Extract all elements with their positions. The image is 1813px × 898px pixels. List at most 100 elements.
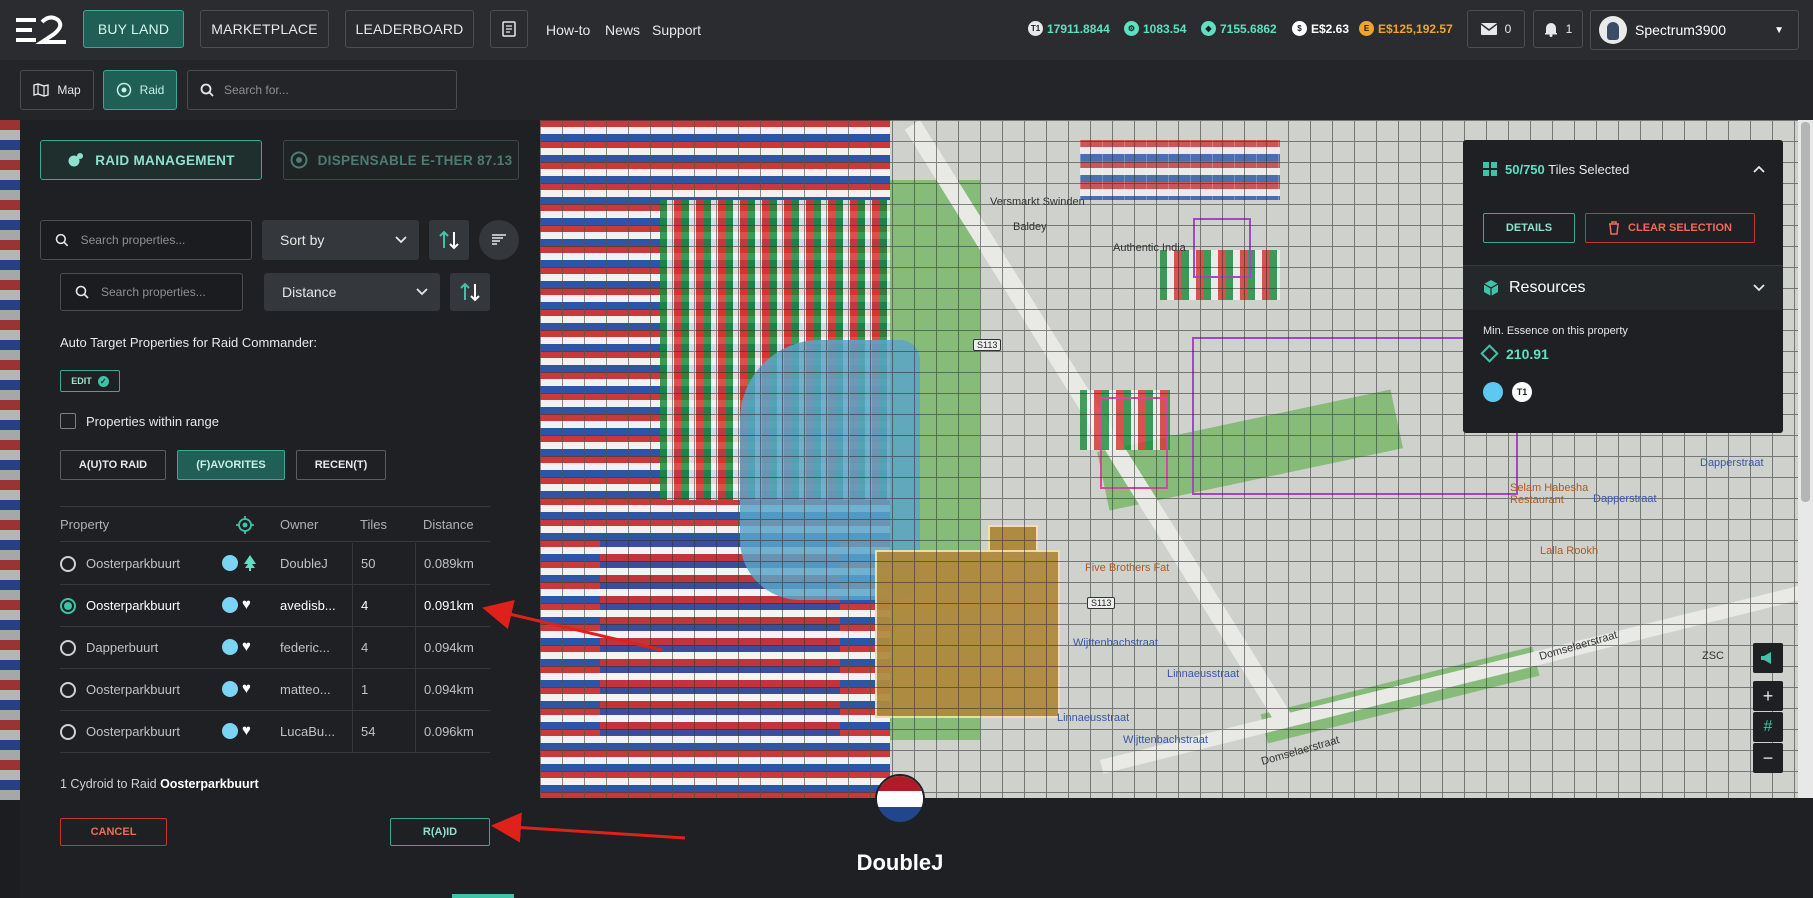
check-circle-icon: ✓ xyxy=(97,375,109,387)
details-button[interactable]: DETAILS xyxy=(1483,213,1575,243)
favorites-filter[interactable]: (F)AVORITES xyxy=(177,450,285,480)
property-info-bar xyxy=(540,798,1813,898)
table-row[interactable]: Oosterparkbuurt DoubleJ 50 0.089km xyxy=(60,543,490,585)
tier-badge: T1 xyxy=(1512,382,1532,402)
sort-select[interactable]: Sort by xyxy=(262,220,419,260)
raid-mode-button[interactable]: Raid xyxy=(103,70,177,110)
top-bar: BUY LAND MARKETPLACE LEADERBOARD How-to … xyxy=(0,0,1813,60)
support-link[interactable]: Support xyxy=(652,22,701,38)
mail-icon xyxy=(1480,23,1497,35)
dispensable-ether-tab[interactable]: DISPENSABLE E-THER 87.13 xyxy=(283,140,519,180)
zoom-in-button[interactable]: + xyxy=(1753,681,1783,711)
property-search[interactable] xyxy=(40,220,252,260)
tree-icon xyxy=(244,555,256,571)
search-icon xyxy=(75,285,89,299)
heart-icon[interactable]: ♥ xyxy=(242,638,251,655)
locate-icon[interactable] xyxy=(236,516,254,534)
cydroid-balance[interactable]: ⚙ 1083.54 xyxy=(1124,21,1186,36)
bell-icon xyxy=(1544,23,1557,37)
t1-tier-icon xyxy=(222,723,238,739)
marketplace-button[interactable]: MARKETPLACE xyxy=(200,10,329,48)
scrollbar-thumb[interactable] xyxy=(1801,122,1810,502)
global-search[interactable] xyxy=(187,70,457,110)
road-shield: S113 xyxy=(973,339,1002,351)
buy-land-button[interactable]: BUY LAND xyxy=(83,10,184,48)
map-label: Authentic India xyxy=(1113,242,1186,254)
grid-icon: # xyxy=(1763,718,1773,735)
username: Spectrum3900 xyxy=(1635,22,1727,38)
cancel-button[interactable]: CANCEL xyxy=(60,818,167,846)
row-radio[interactable] xyxy=(60,598,76,614)
dollar-icon: $ xyxy=(1292,21,1307,36)
raid-summary: 1 Cydroid to Raid Oosterparkbuurt xyxy=(60,777,259,791)
edit-auto-target-button[interactable]: EDIT ✓ xyxy=(60,370,120,392)
clear-selection-button[interactable]: CLEAR SELECTION xyxy=(1585,213,1755,243)
inner-sort-direction-button[interactable] xyxy=(450,273,490,311)
news-link[interactable]: News xyxy=(605,22,640,38)
table-row[interactable]: Oosterparkbuurt ♥ LucaBu... 54 0.096km xyxy=(60,711,490,753)
map-label: Five Brothers Fat xyxy=(1085,562,1170,574)
leaderboard-button[interactable]: LEADERBOARD xyxy=(345,10,474,48)
ether-icon xyxy=(290,151,308,169)
avatar xyxy=(1599,16,1627,44)
map-label: Linnaeusstraat xyxy=(1057,712,1130,724)
within-range-checkbox[interactable] xyxy=(60,413,76,429)
chevron-down-icon xyxy=(395,236,407,244)
tiles-selected: 50/750 Tiles Selected xyxy=(1505,162,1630,177)
essence-balance[interactable]: ◆ 7155.6862 xyxy=(1201,21,1277,36)
announce-button[interactable] xyxy=(1753,643,1783,673)
filter-button[interactable] xyxy=(479,220,519,260)
raid-button[interactable]: R(A)ID xyxy=(390,818,490,846)
gold-balance[interactable]: E E$125,192.57 xyxy=(1359,21,1453,36)
property-search-input[interactable] xyxy=(80,233,251,247)
filter-lines-icon xyxy=(492,234,506,245)
heart-icon[interactable]: ♥ xyxy=(242,680,251,697)
t1-tier-icon xyxy=(222,555,238,571)
inner-property-search-input[interactable] xyxy=(101,285,241,299)
howto-link[interactable]: How-to xyxy=(546,22,590,38)
row-radio[interactable] xyxy=(60,682,76,698)
user-menu[interactable]: Spectrum3900 ▼ xyxy=(1590,10,1799,50)
distance-sort-select[interactable]: Distance xyxy=(264,273,440,311)
table-row[interactable]: Oosterparkbuurt ♥ matteo... 1 0.094km xyxy=(60,669,490,711)
table-row[interactable]: Dapperbuurt ♥ federic... 4 0.094km xyxy=(60,627,490,669)
chevron-down-icon[interactable] xyxy=(1753,284,1765,292)
dollar-balance[interactable]: $ E$2.63 xyxy=(1292,21,1349,36)
map-label: Baldey xyxy=(1013,221,1047,233)
resources-header[interactable]: Resources xyxy=(1463,266,1783,310)
grid-toggle-button[interactable]: # xyxy=(1753,712,1783,742)
map-label: Selam Habesha Restaurant xyxy=(1510,482,1589,506)
t1-balance[interactable]: T1 17911.8844 xyxy=(1028,21,1110,36)
document-icon xyxy=(502,21,516,37)
gold-coin-icon: E xyxy=(1359,21,1374,36)
megaphone-icon xyxy=(1761,652,1771,664)
row-radio[interactable] xyxy=(60,640,76,656)
global-search-input[interactable] xyxy=(224,83,424,97)
inner-property-search[interactable] xyxy=(60,273,243,311)
heart-icon[interactable]: ♥ xyxy=(242,722,251,739)
map-edge-strip xyxy=(0,120,20,800)
map-label: Linnaeusstraat xyxy=(1167,668,1240,680)
raid-icon xyxy=(116,82,131,98)
map-label: Wijttenbachstraat xyxy=(1073,637,1158,649)
map-mode-button[interactable]: Map xyxy=(20,70,94,110)
map-label: Versmarkt Swinden xyxy=(990,196,1085,208)
map-label: Dapperstraat xyxy=(1700,457,1764,469)
notifications-button[interactable]: 1 xyxy=(1533,10,1583,48)
earth2-logo-icon[interactable] xyxy=(14,14,70,46)
row-radio[interactable] xyxy=(60,556,76,572)
row-radio[interactable] xyxy=(60,724,76,740)
map-label: Wijttenbachstraat xyxy=(1123,734,1208,746)
table-row[interactable]: Oosterparkbuurt ♥ avedisb... 4 0.091km xyxy=(60,585,490,627)
recent-filter[interactable]: RECEN(T) xyxy=(296,450,386,480)
chevron-up-icon[interactable] xyxy=(1753,165,1765,173)
min-essence-label: Min. Essence on this property xyxy=(1483,325,1628,337)
zoom-out-button[interactable]: − xyxy=(1753,743,1783,773)
plus-icon: + xyxy=(1762,685,1774,706)
heart-icon[interactable]: ♥ xyxy=(242,596,251,613)
notes-button[interactable] xyxy=(490,10,528,48)
mail-button[interactable]: 0 xyxy=(1467,10,1525,48)
raid-management-tab[interactable]: RAID MANAGEMENT xyxy=(40,140,262,180)
auto-raid-filter[interactable]: A(U)TO RAID xyxy=(60,450,166,480)
sort-direction-button[interactable] xyxy=(429,220,469,260)
